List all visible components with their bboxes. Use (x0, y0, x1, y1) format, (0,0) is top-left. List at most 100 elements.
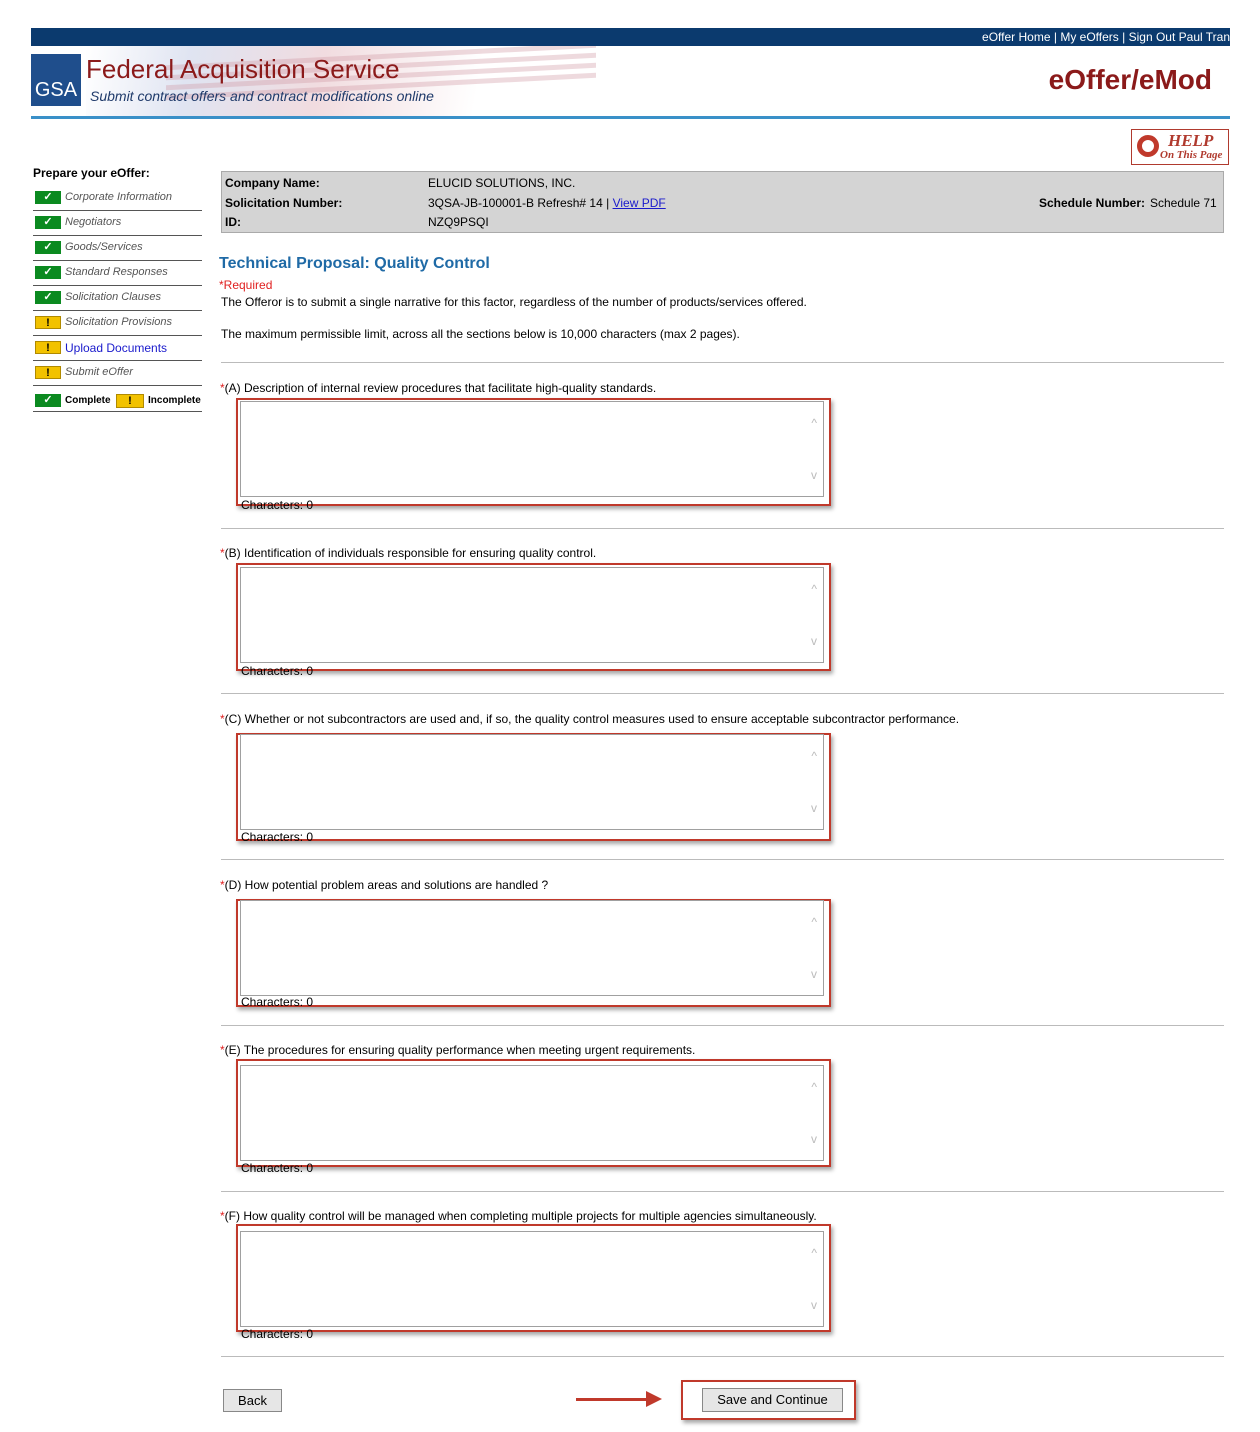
question-a-char-count: Characters: 0 (241, 498, 314, 512)
check-icon: ✓ (35, 394, 61, 407)
sign-out-link[interactable]: Sign Out Paul Tran (1129, 30, 1230, 44)
question-b-textarea[interactable]: ^ v (240, 567, 824, 663)
question-e-label: *(E) The procedures for ensuring quality… (220, 1043, 696, 1057)
id-value: NZQ9PSQI (428, 215, 489, 229)
solicitation-number-label: Solicitation Number: (225, 196, 343, 210)
page-title: Technical Proposal: Quality Control (219, 255, 490, 272)
question-d-textarea[interactable]: ^ v (240, 900, 824, 996)
sidebar-item-label: Submit eOffer (65, 366, 133, 378)
question-f-char-count: Characters: 0 (241, 1327, 314, 1341)
question-f-textarea[interactable]: ^ v (240, 1231, 824, 1327)
scroll-down-icon[interactable]: v (811, 634, 817, 648)
required-note: *Required (219, 278, 273, 292)
instruction-text: The Offeror is to submit a single narrat… (221, 295, 807, 309)
scroll-down-icon[interactable]: v (811, 801, 817, 815)
sidebar-item-solicitation-clauses[interactable]: ✓ Solicitation Clauses (33, 286, 202, 311)
divider (221, 1356, 1224, 1357)
question-d-label: *(D) How potential problem areas and sol… (220, 878, 549, 892)
scroll-down-icon[interactable]: v (811, 1298, 817, 1312)
divider (221, 859, 1224, 860)
scroll-up-icon[interactable]: ^ (811, 1246, 817, 1260)
schedule-number-label: Schedule Number: (1039, 196, 1146, 210)
help-button[interactable]: HELP On This Page (1131, 129, 1229, 165)
gsa-logo: GSA (31, 54, 81, 106)
divider (221, 1025, 1224, 1026)
top-nav-bar: eOffer Home | My eOffers | Sign Out Paul… (31, 28, 1230, 46)
sidebar-heading: Prepare your eOffer: (33, 166, 150, 180)
sidebar-nav: ✓ Corporate Information ✓ Negotiators ✓ … (33, 186, 202, 386)
check-icon: ✓ (35, 241, 61, 254)
question-b-char-count: Characters: 0 (241, 664, 314, 678)
question-d-char-count: Characters: 0 (241, 995, 314, 1009)
lifebuoy-icon (1137, 135, 1159, 157)
sidebar-item-label: Goods/Services (65, 241, 143, 253)
scroll-up-icon[interactable]: ^ (811, 416, 817, 430)
warning-icon: ! (35, 366, 61, 379)
status-legend: ✓ Complete ! Incomplete (33, 391, 202, 412)
my-eoffers-link[interactable]: My eOffers (1060, 30, 1118, 44)
link-separator: | (1053, 30, 1057, 44)
legend-complete-label: Complete (65, 395, 111, 406)
divider (221, 1191, 1224, 1192)
arrow-head-icon (646, 1391, 662, 1407)
divider (221, 528, 1224, 529)
scroll-up-icon[interactable]: ^ (811, 915, 817, 929)
scroll-up-icon[interactable]: ^ (811, 749, 817, 763)
sidebar-item-negotiators[interactable]: ✓ Negotiators (33, 211, 202, 236)
check-icon: ✓ (35, 291, 61, 304)
sidebar-item-label: Standard Responses (65, 266, 168, 278)
check-icon: ✓ (35, 191, 61, 204)
scroll-down-icon[interactable]: v (811, 1132, 817, 1146)
check-icon: ✓ (35, 266, 61, 279)
question-e-char-count: Characters: 0 (241, 1161, 314, 1175)
question-b-label: *(B) Identification of individuals respo… (220, 546, 597, 560)
divider (221, 693, 1224, 694)
warning-icon: ! (116, 394, 144, 408)
sidebar-item-label: Corporate Information (65, 191, 172, 203)
header-divider (31, 116, 1230, 119)
scroll-down-icon[interactable]: v (811, 967, 817, 981)
question-text: (F) How quality control will be managed … (224, 1209, 817, 1223)
help-label: HELP (1168, 131, 1214, 150)
gsa-logo-text: GSA (34, 79, 78, 101)
divider (221, 362, 1224, 363)
site-subtitle: Submit contract offers and contract modi… (90, 88, 434, 104)
site-title: Federal Acquisition Service (86, 54, 400, 84)
offer-info-panel: Company Name: ELUCID SOLUTIONS, INC. Sol… (221, 171, 1224, 233)
question-c-char-count: Characters: 0 (241, 830, 314, 844)
back-button[interactable]: Back (223, 1389, 282, 1412)
view-pdf-link[interactable]: View PDF (613, 196, 666, 210)
question-a-textarea[interactable]: ^ v (240, 401, 824, 497)
question-c-label: *(C) Whether or not subcontractors are u… (220, 712, 960, 726)
scroll-down-icon[interactable]: v (811, 468, 817, 482)
sidebar-item-submit-eoffer[interactable]: ! Submit eOffer (33, 361, 202, 386)
header-banner: GSA Federal Acquisition Service Submit c… (31, 46, 1230, 116)
sidebar-item-corporate-information[interactable]: ✓ Corporate Information (33, 186, 202, 211)
sidebar-item-standard-responses[interactable]: ✓ Standard Responses (33, 261, 202, 286)
sidebar-item-label[interactable]: Upload Documents (65, 341, 167, 355)
question-text: (B) Identification of individuals respon… (224, 546, 597, 560)
sidebar-item-label: Solicitation Clauses (65, 291, 161, 303)
question-e-textarea[interactable]: ^ v (240, 1065, 824, 1161)
schedule-number-value: Schedule 71 (1150, 196, 1217, 210)
sidebar-item-upload-documents[interactable]: ! Upload Documents (33, 336, 202, 361)
question-text: (C) Whether or not subcontractors are us… (224, 712, 960, 726)
link-separator: | (1122, 30, 1126, 44)
scroll-up-icon[interactable]: ^ (811, 582, 817, 596)
eoffer-home-link[interactable]: eOffer Home (982, 30, 1050, 44)
sidebar-item-goods-services[interactable]: ✓ Goods/Services (33, 236, 202, 261)
question-a-label: *(A) Description of internal review proc… (220, 381, 657, 395)
scroll-up-icon[interactable]: ^ (811, 1080, 817, 1094)
question-c-textarea[interactable]: ^ v (240, 734, 824, 830)
question-f-label: *(F) How quality control will be managed… (220, 1209, 817, 1223)
warning-icon: ! (35, 341, 61, 354)
check-icon: ✓ (35, 216, 61, 229)
sidebar-item-solicitation-provisions[interactable]: ! Solicitation Provisions (33, 311, 202, 336)
help-sublabel: On This Page (1160, 149, 1223, 161)
save-and-continue-button[interactable]: Save and Continue (702, 1388, 843, 1412)
app-name: eOffer/eMod (1048, 64, 1212, 95)
limit-text: The maximum permissible limit, across al… (221, 327, 740, 341)
company-name-label: Company Name: (225, 176, 320, 190)
question-text: (A) Description of internal review proce… (224, 381, 657, 395)
arrow-annotation (576, 1398, 648, 1401)
